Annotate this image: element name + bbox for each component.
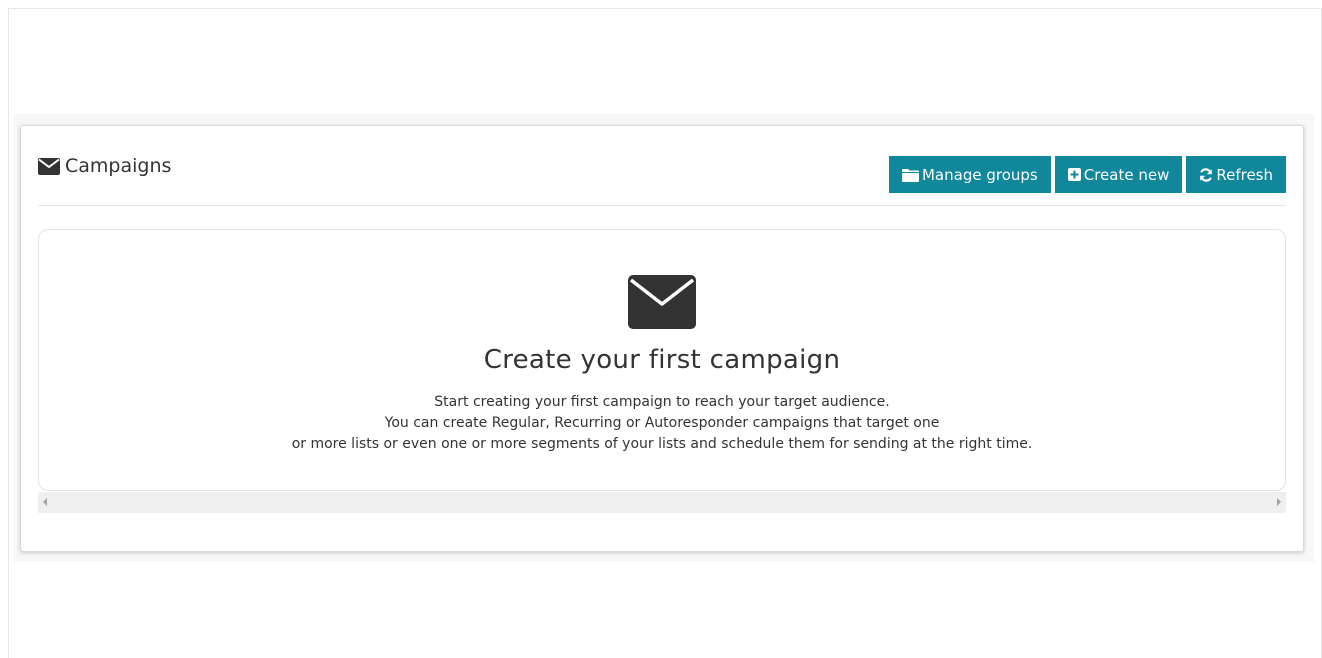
horizontal-scrollbar[interactable] [38, 492, 1286, 513]
campaigns-panel: Campaigns Manage groups Create new Refre… [20, 125, 1304, 552]
envelope-icon [628, 275, 696, 333]
refresh-button[interactable]: Refresh [1186, 156, 1286, 193]
empty-state-line: You can create Regular, Recurring or Aut… [384, 415, 940, 431]
empty-state-line: or more lists or even one or more segmen… [291, 436, 1033, 452]
manage-groups-button[interactable]: Manage groups [888, 156, 1051, 193]
panel-title-text: Campaigns [65, 155, 172, 177]
scroll-left-icon[interactable] [43, 498, 47, 506]
scroll-right-icon[interactable] [1277, 498, 1281, 506]
envelope-icon [38, 157, 60, 175]
panel-header: Campaigns Manage groups Create new Refre… [38, 146, 1286, 206]
panel-title: Campaigns [38, 155, 171, 177]
empty-state: Create your first campaign Start creatin… [38, 229, 1286, 491]
create-new-button[interactable]: Create new [1054, 156, 1183, 193]
empty-state-description: Start creating your first campaign to re… [39, 392, 1285, 455]
folder-icon [901, 168, 919, 182]
manage-groups-label: Manage groups [921, 165, 1038, 184]
plus-square-icon [1067, 168, 1081, 181]
empty-state-line: Start creating your first campaign to re… [434, 394, 890, 410]
empty-state-title: Create your first campaign [483, 345, 841, 375]
refresh-icon [1199, 167, 1213, 182]
create-new-label: Create new [1083, 165, 1170, 184]
refresh-label: Refresh [1216, 165, 1273, 184]
toolbar: Manage groups Create new Refresh [888, 156, 1286, 193]
